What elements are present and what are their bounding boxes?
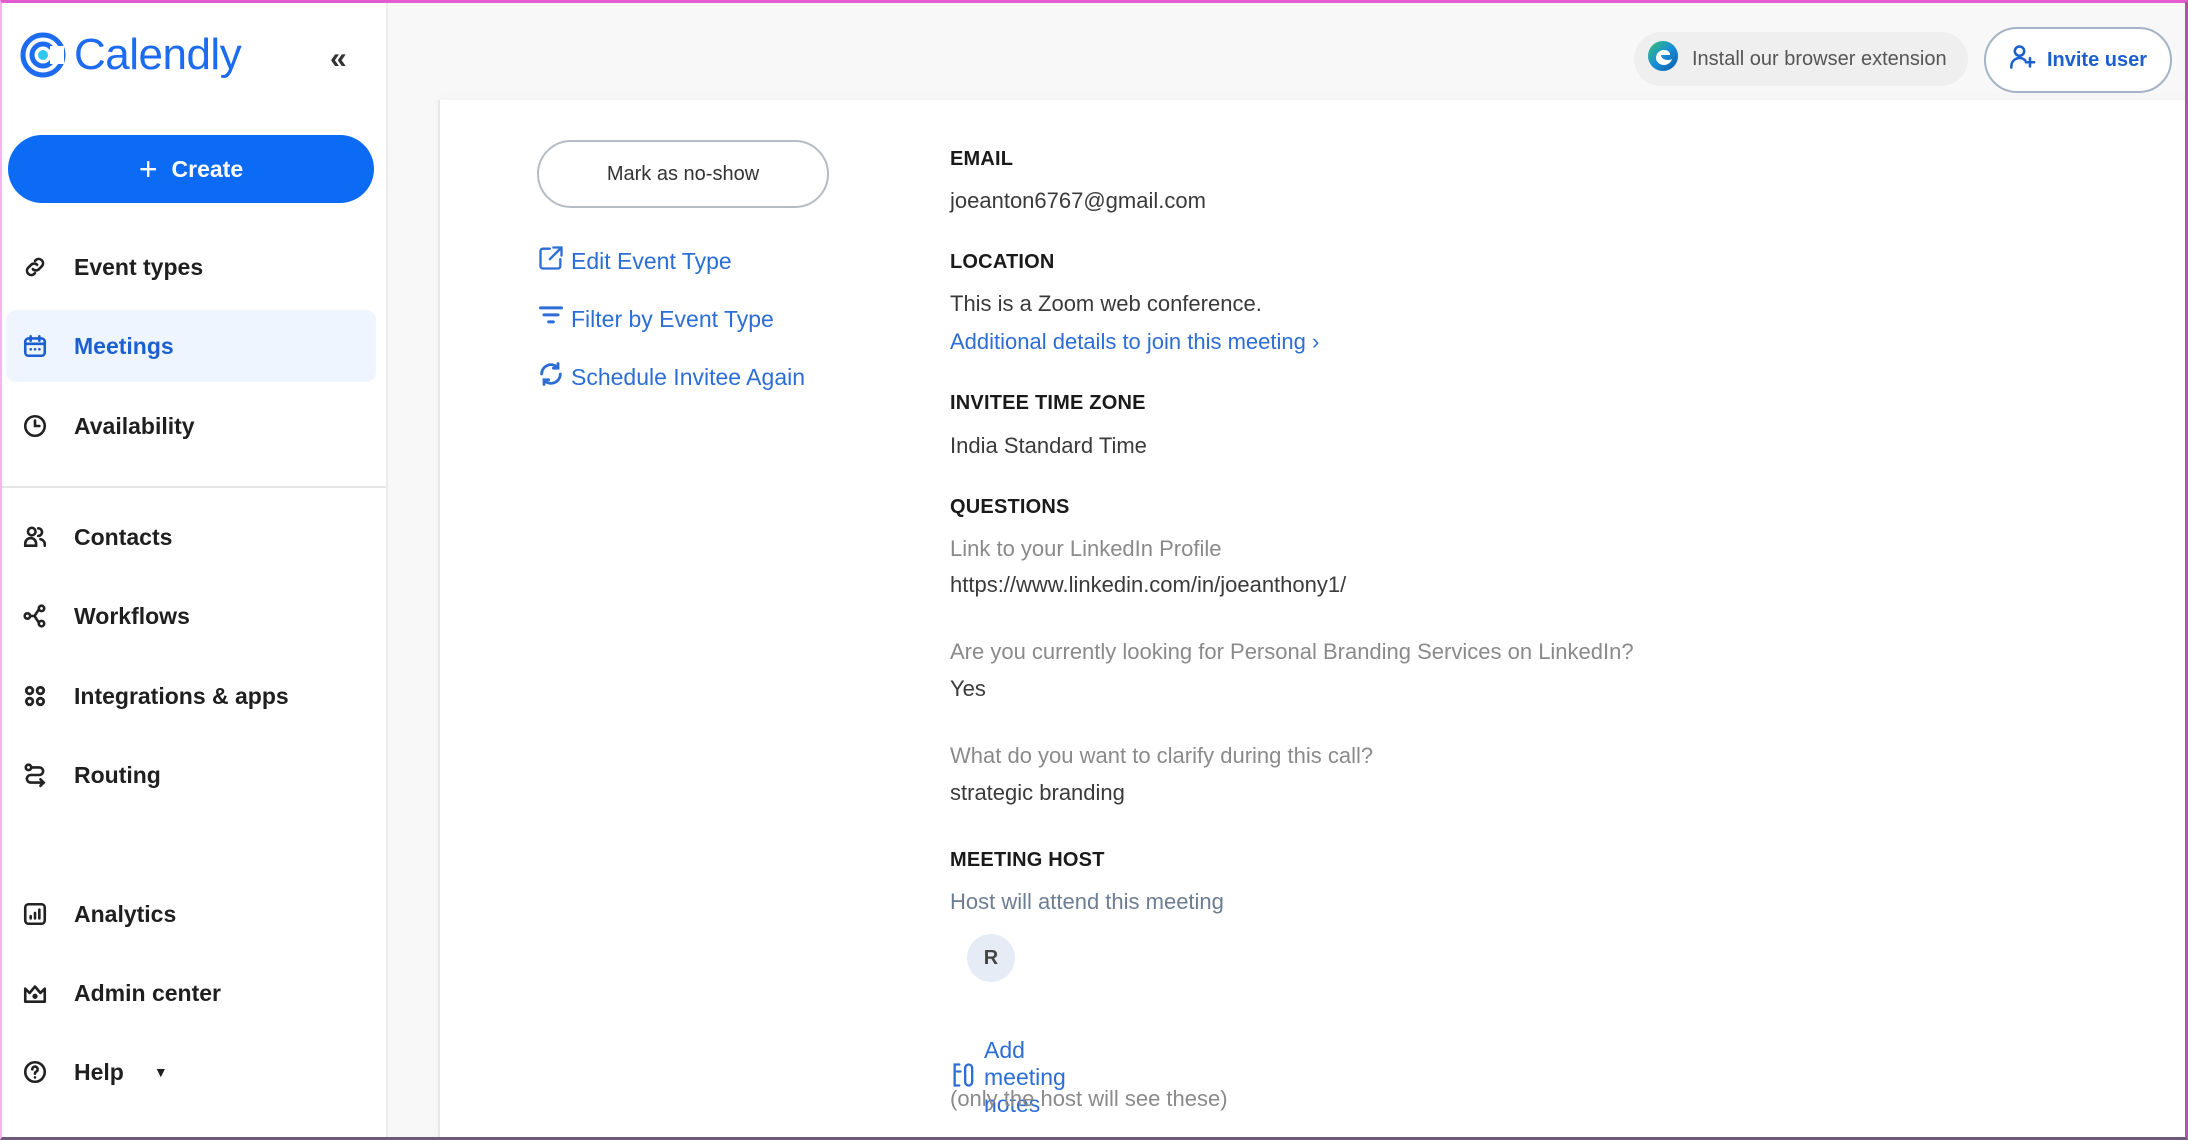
create-button[interactable]: + Create bbox=[8, 135, 374, 203]
sidebar-item-admin-center[interactable]: Admin center bbox=[6, 957, 376, 1029]
filter-icon bbox=[537, 302, 565, 336]
schedule-invitee-again-label: Schedule Invitee Again bbox=[571, 363, 806, 390]
calendly-logo-icon bbox=[20, 32, 66, 78]
location-label: LOCATION bbox=[950, 251, 1055, 273]
refresh-icon bbox=[537, 360, 565, 394]
sidebar-item-label: Meetings bbox=[74, 332, 174, 359]
location-value: This is a Zoom web conference. bbox=[950, 291, 1262, 316]
workflow-icon bbox=[20, 601, 50, 631]
edge-browser-icon bbox=[1646, 39, 1680, 79]
sidebar-item-availability[interactable]: Availability bbox=[6, 390, 376, 462]
add-user-icon bbox=[2009, 43, 2037, 77]
invite-user-button[interactable]: Invite user bbox=[1984, 27, 2172, 93]
filter-by-event-type-link[interactable]: Filter by Event Type bbox=[537, 302, 774, 336]
sidebar-item-label: Event types bbox=[74, 253, 204, 280]
crown-icon bbox=[20, 978, 50, 1008]
install-extension-button[interactable]: Install our browser extension bbox=[1634, 32, 1968, 86]
sidebar-item-label: Contacts bbox=[74, 523, 173, 550]
question-text: Are you currently looking for Personal B… bbox=[950, 639, 1634, 664]
sidebar-item-label: Workflows bbox=[74, 602, 190, 629]
question-text: What do you want to clarify during this … bbox=[950, 743, 1374, 768]
meeting-host-label: MEETING HOST bbox=[950, 849, 1105, 871]
link-icon bbox=[20, 252, 50, 282]
question-answer: https://www.linkedin.com/in/joeanthony1/ bbox=[950, 572, 1347, 597]
collapse-sidebar-button[interactable]: « bbox=[330, 44, 347, 74]
sidebar-item-label: Analytics bbox=[74, 900, 177, 927]
email-label: EMAIL bbox=[950, 148, 1014, 170]
calendly-logo[interactable]: Calendly bbox=[20, 30, 242, 80]
sidebar-item-help[interactable]: Help ▼ bbox=[6, 1036, 376, 1108]
join-details-link[interactable]: Additional details to join this meeting … bbox=[950, 329, 1319, 355]
notes-hint: (only the host will see these) bbox=[950, 1086, 1228, 1111]
join-details-label: Additional details to join this meeting bbox=[950, 329, 1306, 354]
create-label: Create bbox=[171, 155, 244, 182]
double-chevron-left-icon: « bbox=[330, 42, 347, 75]
sidebar-item-routing[interactable]: Routing bbox=[6, 739, 376, 811]
timezone-value: India Standard Time bbox=[950, 433, 1147, 458]
sidebar-item-analytics[interactable]: Analytics bbox=[6, 878, 376, 950]
sidebar-item-integrations[interactable]: Integrations & apps bbox=[6, 660, 376, 732]
clock-icon bbox=[20, 411, 50, 441]
question-answer: Yes bbox=[950, 676, 986, 701]
question-text: Link to your LinkedIn Profile bbox=[950, 536, 1222, 561]
host-attend-note: Host will attend this meeting bbox=[950, 889, 1224, 914]
sidebar-item-contacts[interactable]: Contacts bbox=[6, 501, 376, 573]
mark-no-show-button[interactable]: Mark as no-show bbox=[537, 140, 829, 208]
timezone-label: INVITEE TIME ZONE bbox=[950, 392, 1146, 414]
sidebar-item-event-types[interactable]: Event types bbox=[6, 231, 376, 303]
invite-user-label: Invite user bbox=[2046, 48, 2148, 71]
filter-by-event-type-label: Filter by Event Type bbox=[571, 305, 774, 332]
routing-icon bbox=[20, 760, 50, 790]
sidebar: Calendly « + Create Event types Meetings… bbox=[0, 0, 388, 1140]
sidebar-item-label: Help bbox=[74, 1058, 124, 1085]
sidebar-item-label: Integrations & apps bbox=[74, 682, 289, 709]
sidebar-item-meetings[interactable]: Meetings bbox=[6, 310, 376, 382]
sidebar-item-label: Availability bbox=[74, 412, 195, 439]
edit-event-type-link[interactable]: Edit Event Type bbox=[537, 244, 732, 278]
sidebar-item-workflows[interactable]: Workflows bbox=[6, 580, 376, 652]
brand-name: Calendly bbox=[74, 30, 242, 79]
sidebar-divider bbox=[0, 486, 386, 488]
sidebar-item-label: Routing bbox=[74, 761, 161, 788]
contacts-icon bbox=[20, 522, 50, 552]
chevron-right-icon: › bbox=[1312, 329, 1320, 354]
schedule-invitee-again-link[interactable]: Schedule Invitee Again bbox=[537, 360, 805, 394]
edit-event-type-label: Edit Event Type bbox=[571, 247, 732, 274]
apps-grid-icon bbox=[20, 681, 50, 711]
email-value: joeanton6767@gmail.com bbox=[950, 188, 1206, 213]
analytics-icon bbox=[20, 899, 50, 929]
host-avatar[interactable]: R bbox=[967, 934, 1015, 982]
plus-icon: + bbox=[138, 151, 158, 187]
install-extension-label: Install our browser extension bbox=[1692, 47, 1947, 70]
question-answer: strategic branding bbox=[950, 780, 1125, 805]
help-icon bbox=[20, 1057, 50, 1087]
external-edit-icon bbox=[537, 244, 565, 278]
sidebar-item-label: Admin center bbox=[74, 979, 221, 1006]
questions-label: QUESTIONS bbox=[950, 496, 1070, 518]
caret-down-icon: ▼ bbox=[153, 1064, 168, 1080]
calendar-icon bbox=[20, 331, 50, 361]
